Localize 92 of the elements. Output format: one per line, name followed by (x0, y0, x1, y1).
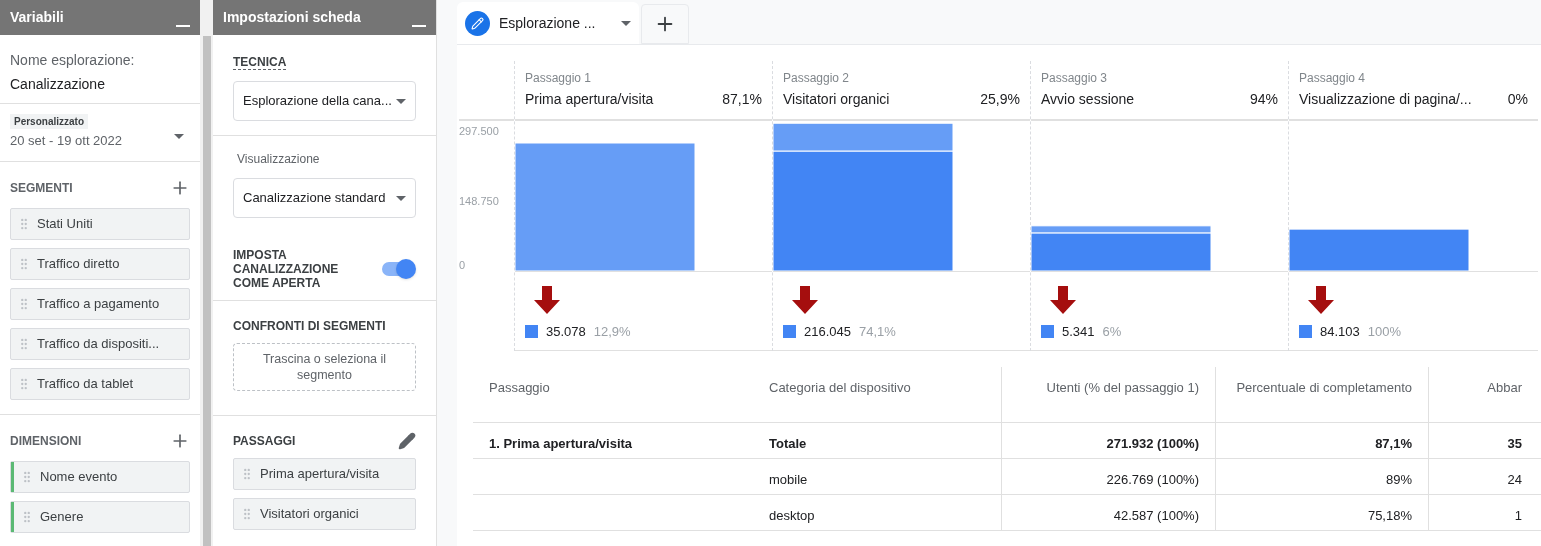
exploration-name[interactable]: Canalizzazione (10, 74, 190, 95)
caret-icon (396, 195, 406, 201)
chip[interactable]: Traffico diretto (10, 247, 190, 280)
panel-title: Impostazioni scheda (223, 8, 361, 27)
down-arrow-icon (533, 286, 561, 314)
drop-rate: 74,1% (859, 323, 896, 341)
chip-label: Traffico da dispositi... (37, 334, 160, 353)
step-number: Passaggio 4 (1299, 70, 1367, 87)
table-cell: 89% (1385, 472, 1412, 487)
step-number: Passaggio 2 (783, 70, 851, 87)
section-title: CONFRONTI DI SEGMENTI (233, 318, 387, 335)
chip-label: Traffico a pagamento (37, 294, 160, 313)
toggle-switch[interactable] (380, 258, 416, 280)
column-header[interactable]: Utenti (% del passaggio 1) (1046, 380, 1199, 395)
axis-tick-label: 148.750 (459, 195, 499, 207)
section-title: TECNICA (233, 55, 287, 70)
chip-label: Traffico da tablet (37, 374, 134, 393)
segment-drop-zone[interactable]: Trascina o seleziona il segmento (233, 343, 416, 391)
step-rate: 87,1% (722, 90, 762, 109)
table-cell: 24 (1507, 472, 1522, 487)
drop-count: 84.103 (1320, 323, 1360, 341)
chip[interactable]: Traffico a pagamento (10, 287, 190, 320)
exploration-tab[interactable]: Esplorazione ... (457, 2, 639, 44)
table-cell: 1. Prima apertura/visita (489, 436, 633, 451)
table-cell: 271.932 (100%) (1106, 436, 1199, 451)
chip-label: Visitatori organici (260, 505, 359, 524)
step-name: Avvio sessione (1041, 90, 1135, 109)
drop-count: 5.341 (1062, 323, 1095, 341)
drop-rate: 6% (1102, 323, 1122, 341)
drop-count: 35.078 (546, 323, 586, 341)
section-title: PASSAGGI (233, 433, 296, 450)
step-rate: 25,9% (980, 90, 1020, 109)
visualization-dropdown[interactable]: Canalizzazione standard (233, 178, 416, 218)
toggle-label: IMPOSTA CANALIZZAZIONE COME APERTA (233, 248, 340, 290)
column-header[interactable]: Abbar (1487, 380, 1522, 395)
chip-label: Nome evento (40, 467, 118, 486)
step-name: Prima apertura/visita (525, 90, 654, 109)
dropdown-caret-icon (174, 133, 184, 139)
legend-swatch (1299, 325, 1312, 339)
technique-dropdown[interactable]: Esplorazione della cana... (233, 81, 416, 121)
column-header[interactable]: Percentuale di completamento (1236, 380, 1412, 395)
table-cell: 42.587 (100%) (1113, 508, 1199, 523)
chip[interactable]: Nome evento (10, 460, 190, 493)
table-cell: 87,1% (1375, 436, 1412, 451)
table-cell: desktop (769, 508, 815, 523)
step-rate: 0% (1507, 90, 1528, 109)
drop-rate: 100% (1367, 323, 1401, 341)
add-tab-button[interactable] (641, 4, 689, 44)
legend-swatch (1041, 325, 1054, 339)
table-cell: 1 (1514, 508, 1522, 523)
panel-title: Variabili (10, 8, 64, 27)
down-arrow-icon (791, 286, 819, 314)
date-range[interactable]: 20 set - 19 ott 2022 (10, 131, 123, 151)
table-cell: mobile (769, 472, 808, 487)
exploration-label: Nome esplorazione: (10, 51, 136, 70)
step-rate: 94% (1249, 90, 1278, 109)
axis-tick-label: 0 (459, 259, 466, 271)
chip-label: Stati Uniti (37, 214, 93, 233)
section-title: DIMENSIONI (10, 432, 82, 450)
chip[interactable]: Stati Uniti (10, 207, 190, 240)
chip[interactable]: Traffico da dispositi... (10, 327, 190, 360)
table-cell: Totale (769, 436, 807, 451)
down-arrow-icon (1307, 286, 1335, 314)
chip[interactable]: Visitatori organici (233, 498, 416, 530)
chip-label: Traffico diretto (37, 254, 120, 273)
caret-icon (396, 98, 406, 104)
step-number: Passaggio 3 (1041, 70, 1109, 87)
chip[interactable]: Prima apertura/visita (233, 458, 416, 490)
axis-tick-label: 297.500 (459, 125, 499, 137)
chip-label: Prima apertura/visita (260, 465, 380, 484)
step-number: Passaggio 1 (525, 70, 593, 87)
table-cell: 226.769 (100%) (1106, 472, 1199, 487)
legend-swatch (783, 325, 796, 339)
field-label: Visualizzazione (236, 151, 321, 168)
edit-icon[interactable] (398, 432, 416, 450)
chip[interactable]: Genere (10, 500, 190, 533)
down-arrow-icon (1049, 286, 1077, 314)
caret-icon (621, 20, 631, 26)
column-header[interactable]: Passaggio (489, 380, 550, 395)
chip-label: Genere (40, 507, 84, 526)
column-header[interactable]: Categoria del dispositivo (769, 380, 911, 395)
chip[interactable]: Traffico da tablet (10, 367, 190, 400)
date-badge: Personalizzato (10, 114, 89, 129)
legend-swatch (525, 325, 538, 339)
drop-rate: 12,9% (593, 323, 631, 341)
table-cell: 75,18% (1367, 508, 1412, 523)
section-title: SEGMENTI (10, 179, 73, 197)
step-name: Visualizzazione di pagina/... (1299, 90, 1472, 109)
table-cell: 35 (1507, 436, 1522, 451)
pencil-icon (465, 10, 490, 36)
drop-count: 216.045 (804, 323, 851, 341)
step-name: Visitatori organici (783, 90, 890, 109)
